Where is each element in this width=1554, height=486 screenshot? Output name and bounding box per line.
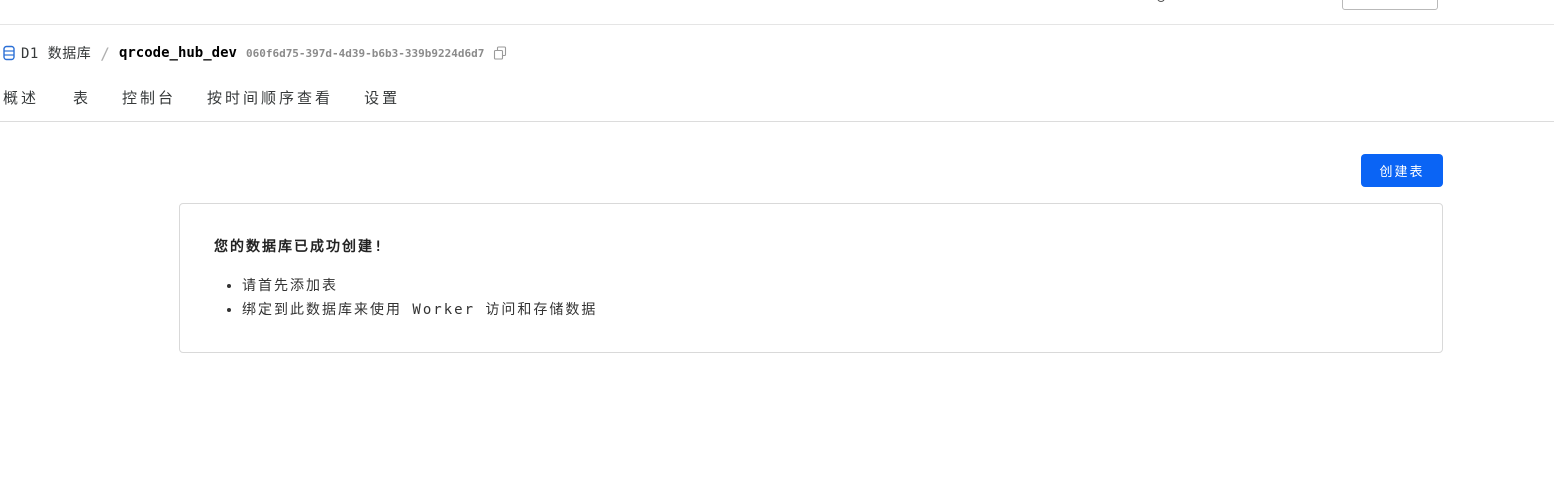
empty-state-title: 您的数据库已成功创建! xyxy=(214,239,385,255)
tab-time-travel[interactable]: 按时间顺序查看 xyxy=(207,87,333,108)
search-icon[interactable] xyxy=(1157,0,1165,2)
database-name: qrcode_hub_dev xyxy=(118,45,237,61)
database-id: 060f6d75-397d-4d39-b6b3-339b9224d6d7 xyxy=(245,46,485,60)
list-item: 请首先添加表 xyxy=(242,274,597,298)
tab-settings[interactable]: 设置 xyxy=(364,87,400,108)
breadcrumb-separator: / xyxy=(100,43,110,63)
copy-icon[interactable] xyxy=(493,46,507,60)
breadcrumb: D1 数据库 / qrcode_hub_dev 060f6d75-397d-4d… xyxy=(2,43,507,63)
create-table-button[interactable]: 创建表 xyxy=(1361,154,1443,187)
top-bar-button[interactable] xyxy=(1342,0,1438,10)
top-bar xyxy=(0,0,1554,25)
tab-tables[interactable]: 表 xyxy=(73,87,91,108)
breadcrumb-root-link[interactable]: D1 数据库 xyxy=(21,43,91,63)
empty-state-list: 请首先添加表 绑定到此数据库来使用 Worker 访问和存储数据 xyxy=(242,274,597,322)
empty-state-card: 您的数据库已成功创建! 请首先添加表 绑定到此数据库来使用 Worker 访问和… xyxy=(179,203,1443,353)
database-icon xyxy=(2,45,16,61)
tabs-divider xyxy=(0,121,1554,122)
tab-overview[interactable]: 概述 xyxy=(3,87,39,108)
tab-bar: 概述 表 控制台 按时间顺序查看 设置 xyxy=(0,86,400,108)
tab-console[interactable]: 控制台 xyxy=(122,87,176,108)
list-item: 绑定到此数据库来使用 Worker 访问和存储数据 xyxy=(242,298,597,322)
